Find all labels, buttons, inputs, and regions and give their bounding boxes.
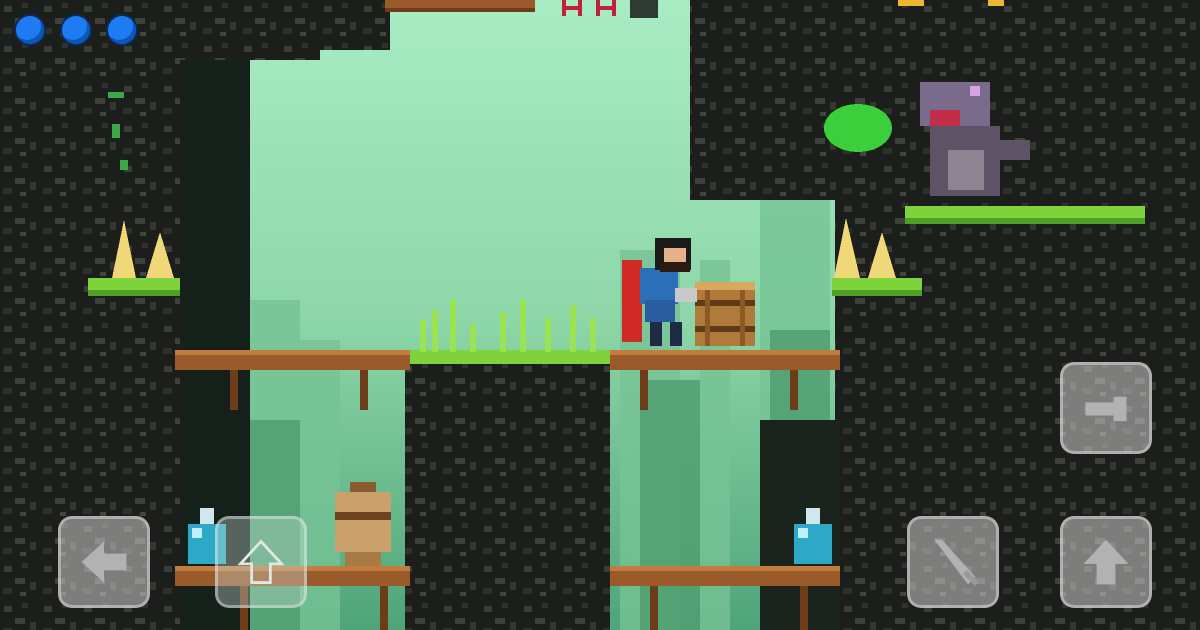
arrow-up-icon [1083,539,1129,585]
moss-center [405,350,610,364]
arrow-left-icon [81,541,127,583]
moss-ledge-enemy [905,206,1145,220]
moss-ledge-right-low [832,278,922,292]
moss-ledge-left [88,278,180,292]
rock-left-overhang-2 [220,0,390,50]
fireball-icon [1085,396,1127,422]
barrel [695,282,755,346]
attack-button[interactable] [907,516,999,608]
mana-orb-icon [16,16,44,44]
acid-spit [824,104,892,152]
arrow-up-outline-icon [237,539,285,584]
magic-button[interactable] [1060,362,1152,454]
rock-center-pillar [405,360,610,630]
game-screen [0,0,1200,630]
mana-orb-icon [62,16,90,44]
game-scene [0,0,1200,630]
mana-orbs [14,14,144,48]
move-right-button[interactable] [215,516,307,608]
move-left-button[interactable] [58,516,150,608]
mana-orb-icon [108,16,136,44]
sword-icon [934,539,979,586]
jump-button[interactable] [1060,516,1152,608]
bridge-top-left [385,0,535,12]
